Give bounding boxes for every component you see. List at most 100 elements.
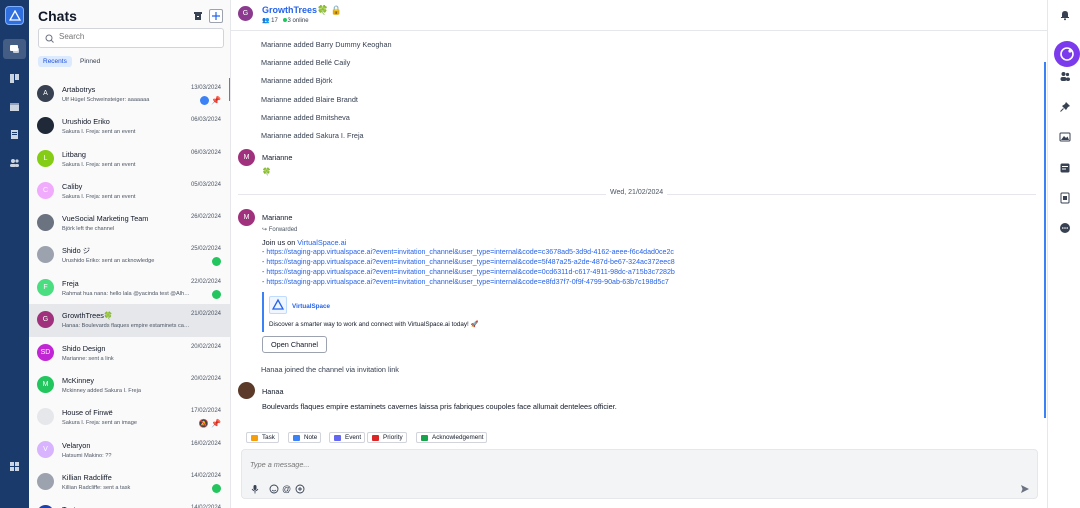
chip-acknowledgement[interactable]: Acknowledgement bbox=[416, 432, 488, 443]
channel-meta[interactable]: 👥 17 3 online bbox=[262, 17, 309, 24]
link-preview-card[interactable]: VirtualSpace Discover a smarter way to w… bbox=[262, 292, 562, 332]
avatar: F bbox=[37, 279, 54, 296]
invite-link[interactable]: - https://staging-app.virtualspace.ai?ev… bbox=[262, 248, 674, 256]
send-icon[interactable] bbox=[1020, 484, 1030, 494]
chat-date: 17/02/2024 bbox=[190, 408, 221, 414]
system-message: Marianne added Barry Dummy Keoghan bbox=[261, 40, 392, 49]
chip-event[interactable]: Event bbox=[329, 432, 366, 443]
chat-preview: Sakura I. Freja: sent an event bbox=[62, 129, 136, 135]
avatar: C bbox=[37, 182, 54, 199]
chat-list-item[interactable]: Urushido Eriko 06/03/2024 Sakura I. Freja:… bbox=[29, 110, 230, 143]
mention-icon[interactable]: @ bbox=[282, 484, 292, 494]
chat-list-item[interactable]: Killian Radcliffe 14/02/2024 Killian Radcl… bbox=[29, 466, 230, 499]
chat-preview: Sakura I. Freja: sent an event bbox=[62, 162, 136, 168]
avatar: M bbox=[37, 376, 54, 393]
pin-icon: 📌 bbox=[211, 96, 221, 105]
chats-title: Chats bbox=[38, 8, 77, 24]
chip-label: Event bbox=[345, 434, 362, 441]
chat-list-item[interactable]: F Freja 22/02/2024 Rahmat hua nana: hello l… bbox=[29, 272, 230, 305]
invite-link[interactable]: - https://staging-app.virtualspace.ai?ev… bbox=[262, 268, 675, 276]
document-icon[interactable] bbox=[1059, 192, 1071, 204]
chat-list-item[interactable]: C Caliby 05/03/2024 Sakura I. Freja: sent a… bbox=[29, 175, 230, 208]
more-icon[interactable] bbox=[1059, 222, 1071, 234]
archive-icon[interactable] bbox=[191, 9, 205, 23]
acknowledgement-icon bbox=[421, 435, 428, 441]
chat-list-item[interactable]: M McKinney 20/02/2024 Mckinney added Sakura… bbox=[29, 369, 230, 402]
mute-icon: 🔕 bbox=[198, 419, 209, 428]
search-input[interactable] bbox=[59, 32, 209, 41]
bell-icon[interactable] bbox=[1059, 9, 1071, 21]
chat-list-item[interactable]: G GrowthTrees🍀 21/02/2024 Hanaa: Boulevards… bbox=[29, 304, 230, 337]
open-channel-button[interactable]: Open Channel bbox=[262, 336, 327, 353]
task-icon bbox=[251, 435, 258, 441]
chat-preview: Sakura I. Freja: sent an image bbox=[62, 420, 137, 426]
chat-date: 21/02/2024 bbox=[190, 311, 221, 317]
chip-priority[interactable]: Priority bbox=[367, 432, 407, 443]
chat-list-item[interactable]: SD Shido Design 20/02/2024 Marianne: sent a… bbox=[29, 337, 230, 370]
nav-notes-icon[interactable] bbox=[8, 128, 21, 141]
chip-label: Priority bbox=[383, 434, 403, 441]
message-author[interactable]: Marianne bbox=[262, 153, 292, 162]
invite-link[interactable]: - https://staging-app.virtualspace.ai?ev… bbox=[262, 258, 675, 266]
tab-pinned[interactable]: Pinned bbox=[75, 56, 105, 67]
chat-list-item[interactable]: V Velaryon 16/02/2024 Hatsumi Makino: ?? bbox=[29, 434, 230, 467]
channel-title[interactable]: GrowthTrees🍀 🔒 bbox=[262, 5, 342, 16]
add-icon[interactable] bbox=[295, 484, 305, 494]
nav-chats-icon[interactable] bbox=[3, 39, 26, 59]
microphone-icon[interactable] bbox=[250, 484, 260, 494]
chat-list-item[interactable]: A Artabotrys 13/03/2024 Ülf Hügel Schweinst… bbox=[29, 78, 230, 111]
chat-date: 06/03/2024 bbox=[190, 150, 221, 156]
pin-icon[interactable] bbox=[1059, 101, 1071, 113]
nav-contacts-icon[interactable] bbox=[8, 156, 21, 169]
message-composer: @ bbox=[241, 449, 1038, 499]
avatar[interactable]: M bbox=[238, 149, 255, 166]
chat-preview: Ülf Hügel Schweinsteiger: aaaaaaa bbox=[62, 97, 150, 103]
chat-name: VueSocial Marketing Team bbox=[62, 214, 149, 223]
preview-title[interactable]: VirtualSpace bbox=[292, 303, 330, 310]
channel-avatar[interactable]: G bbox=[238, 6, 253, 21]
chat-list-item[interactable]: Test14/02/2024 bbox=[29, 498, 230, 508]
chat-date: 16/02/2024 bbox=[190, 441, 221, 447]
chat-list-item[interactable]: L Litbang 06/03/2024 Sakura I. Freja: sent … bbox=[29, 143, 230, 176]
avatar bbox=[37, 214, 54, 231]
chip-note[interactable]: Note bbox=[288, 432, 322, 443]
message-author[interactable]: Hanaa bbox=[262, 387, 284, 396]
invite-link[interactable]: - https://staging-app.virtualspace.ai?ev… bbox=[262, 278, 669, 286]
chat-name: GrowthTrees🍀 bbox=[62, 311, 113, 320]
new-chat-button[interactable] bbox=[209, 9, 223, 23]
right-toolbar bbox=[1047, 0, 1080, 508]
join-link[interactable]: VirtualSpace.ai bbox=[297, 238, 346, 247]
emoji-icon[interactable] bbox=[269, 484, 279, 494]
lock-icon: 🔒 bbox=[330, 5, 342, 15]
priority-icon bbox=[372, 435, 379, 441]
members-icon: 👥 bbox=[262, 18, 270, 24]
virtualspace-logo-icon bbox=[269, 296, 287, 314]
nav-apps-icon[interactable] bbox=[8, 460, 21, 473]
chat-badges bbox=[212, 484, 221, 494]
chat-list-item[interactable]: House of Finwë 17/02/2024 Sakura I. Freja:… bbox=[29, 401, 230, 434]
chip-label: Note bbox=[304, 434, 318, 441]
chat-preview: Urushido Eriko: sent an acknowledge bbox=[62, 258, 155, 264]
forwarded-label: ↪ Forwarded bbox=[262, 226, 297, 233]
avatar[interactable] bbox=[238, 382, 255, 399]
nav-board-icon[interactable] bbox=[8, 72, 21, 85]
system-message: Marianne added Bellé Caily bbox=[261, 58, 351, 67]
chat-list-item[interactable]: VueSocial Marketing Team 26/02/2024 Björk … bbox=[29, 207, 230, 240]
chat-badges: 🔕 📌 bbox=[199, 419, 221, 428]
members-icon[interactable] bbox=[1059, 70, 1071, 82]
app-logo[interactable] bbox=[5, 6, 24, 25]
message-input[interactable] bbox=[250, 460, 750, 469]
avatar[interactable]: M bbox=[238, 209, 255, 226]
chip-task[interactable]: Task bbox=[246, 432, 279, 443]
image-icon[interactable] bbox=[1059, 131, 1071, 143]
join-line: Join us on VirtualSpace.ai bbox=[262, 238, 346, 247]
nav-rail bbox=[0, 0, 29, 508]
message-text: Boulevards flaques empire estaminets cav… bbox=[262, 402, 617, 411]
nav-calendar-icon[interactable] bbox=[8, 100, 21, 113]
chat-list-item[interactable]: Shido ジ 25/02/2024 Urushido Eriko: sent an… bbox=[29, 239, 230, 272]
tab-recents[interactable]: Recents bbox=[38, 56, 72, 67]
assistant-fab[interactable] bbox=[1054, 41, 1080, 67]
message-author[interactable]: Marianne bbox=[262, 213, 292, 222]
notes-icon[interactable] bbox=[1059, 162, 1071, 174]
join-notice: Hanaa joined the channel via invitation … bbox=[261, 365, 399, 374]
